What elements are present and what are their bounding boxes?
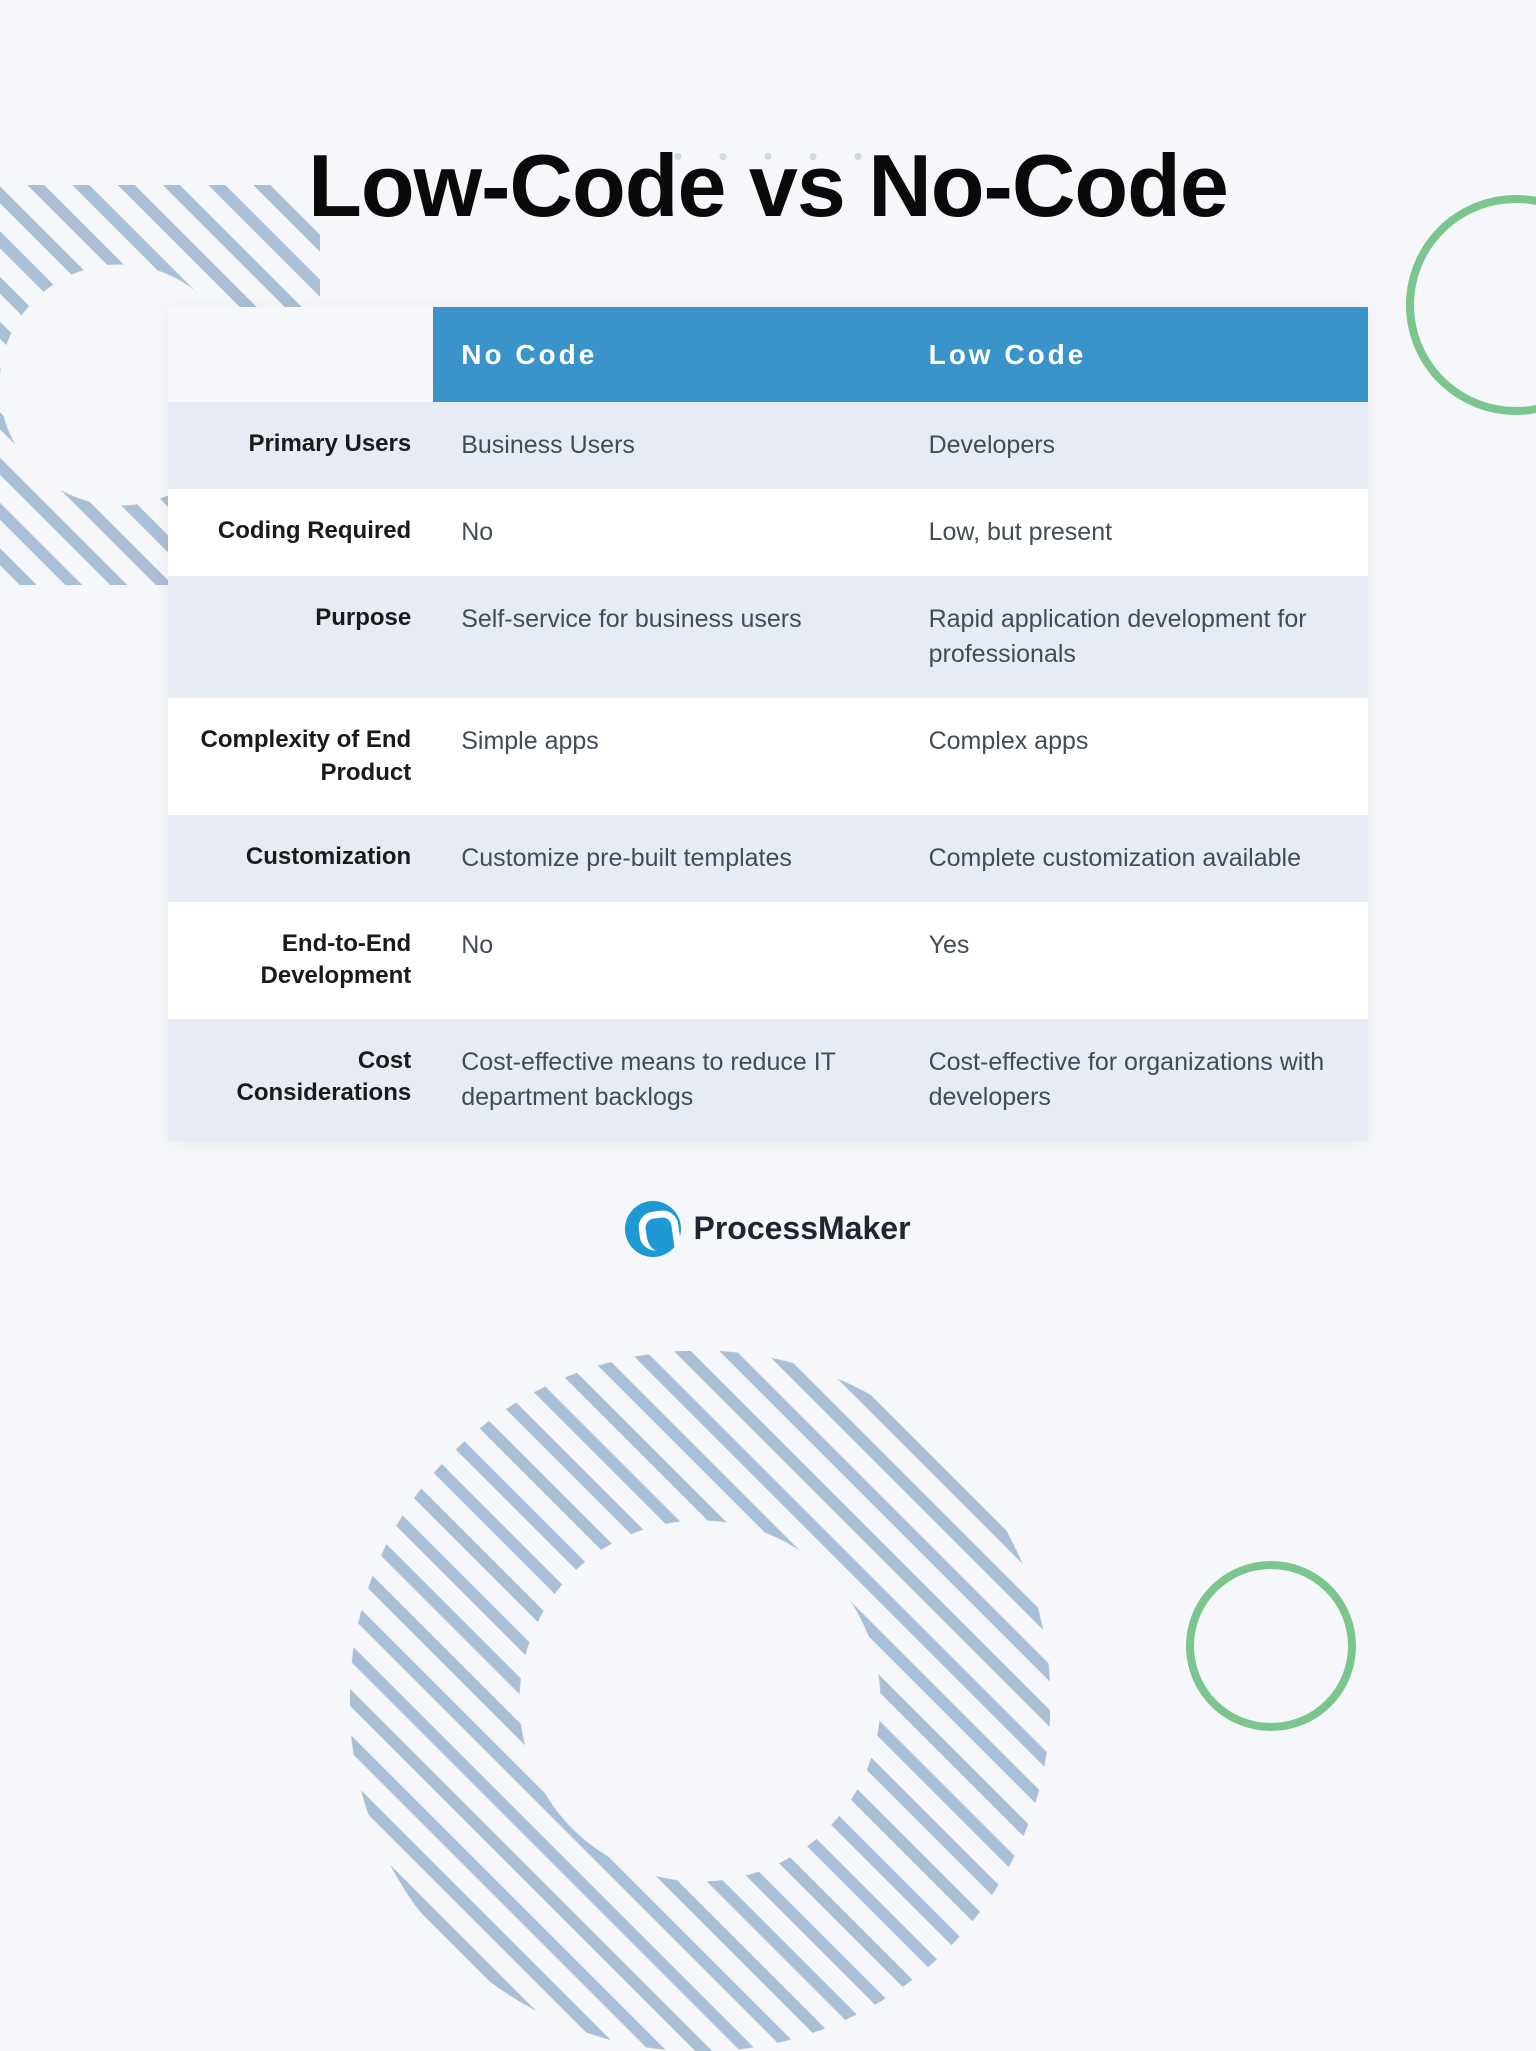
cell-nocode: Simple apps	[433, 698, 900, 815]
cell-lowcode: Developers	[901, 402, 1368, 489]
row-label: Purpose	[168, 576, 433, 698]
cell-lowcode: Low, but present	[901, 489, 1368, 576]
cell-lowcode: Rapid application development for profes…	[901, 576, 1368, 698]
cell-nocode: Self-service for business users	[433, 576, 900, 698]
row-label: Complexity of End Product	[168, 698, 433, 815]
cell-nocode: No	[433, 489, 900, 576]
comparison-table: No Code Low Code Primary Users Business …	[168, 307, 1368, 1141]
brand-name: ProcessMaker	[693, 1210, 910, 1247]
table-row: End-to-End Development No Yes	[168, 902, 1368, 1019]
cell-lowcode: Cost-effective for organizations with de…	[901, 1019, 1368, 1141]
brand-logo: ProcessMaker	[0, 1201, 1536, 1257]
row-label: Cost Considerations	[168, 1019, 433, 1141]
header-no-code: No Code	[433, 307, 900, 402]
decorative-circle-bottom-right	[1186, 1561, 1356, 1731]
header-empty	[168, 307, 433, 402]
page-title: Low-Code vs No-Code	[0, 135, 1536, 237]
table-row: Cost Considerations Cost-effective means…	[168, 1019, 1368, 1141]
cell-nocode: No	[433, 902, 900, 1019]
row-label: Customization	[168, 815, 433, 902]
table-row: Complexity of End Product Simple apps Co…	[168, 698, 1368, 815]
table-row: Coding Required No Low, but present	[168, 489, 1368, 576]
table-row: Customization Customize pre-built templa…	[168, 815, 1368, 902]
cell-nocode: Cost-effective means to reduce IT depart…	[433, 1019, 900, 1141]
decorative-stripes-bottom	[350, 1351, 1050, 1851]
row-label: End-to-End Development	[168, 902, 433, 1019]
cell-lowcode: Complex apps	[901, 698, 1368, 815]
row-label: Coding Required	[168, 489, 433, 576]
cell-nocode: Business Users	[433, 402, 900, 489]
header-low-code: Low Code	[901, 307, 1368, 402]
cell-nocode: Customize pre-built templates	[433, 815, 900, 902]
table-header-row: No Code Low Code	[168, 307, 1368, 402]
processmaker-icon	[625, 1201, 681, 1257]
table-row: Primary Users Business Users Developers	[168, 402, 1368, 489]
cell-lowcode: Complete customization available	[901, 815, 1368, 902]
table-row: Purpose Self-service for business users …	[168, 576, 1368, 698]
row-label: Primary Users	[168, 402, 433, 489]
cell-lowcode: Yes	[901, 902, 1368, 1019]
